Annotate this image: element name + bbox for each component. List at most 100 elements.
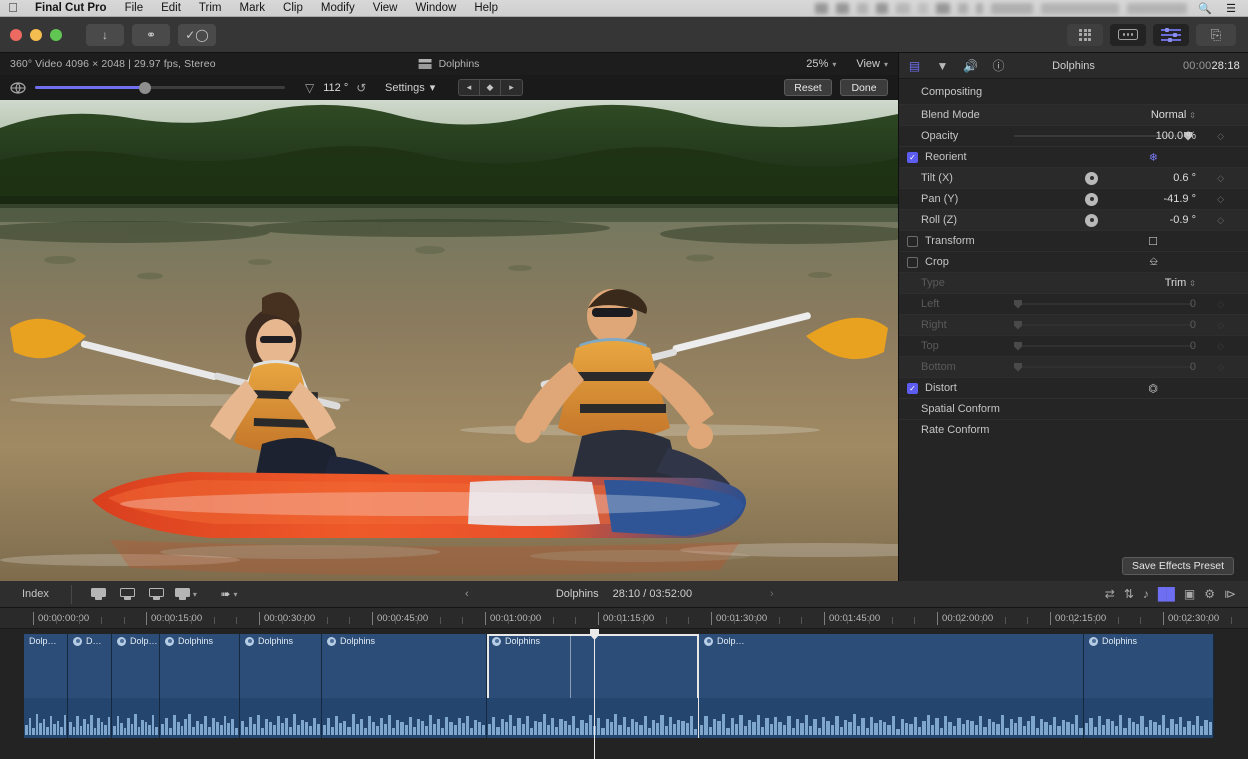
minimize-window-button[interactable] bbox=[30, 29, 42, 41]
next-project-button[interactable]: › bbox=[770, 588, 774, 600]
menu-modify[interactable]: Modify bbox=[312, 0, 364, 17]
timeline-storyline[interactable]: Dolp… D… Dolp… bbox=[0, 629, 1248, 759]
distort-section-header[interactable]: ✓ Distort ⏣ bbox=[899, 377, 1248, 398]
viewer-icon[interactable] bbox=[1110, 24, 1146, 46]
sphere-icon[interactable] bbox=[10, 81, 26, 95]
roll-z-dial[interactable] bbox=[1085, 214, 1098, 227]
crop-checkbox[interactable] bbox=[907, 257, 918, 268]
keyframe-diamond-icon[interactable]: ◇ bbox=[1217, 194, 1224, 205]
rate-conform-row[interactable]: Rate Conform bbox=[899, 419, 1248, 440]
menu-edit[interactable]: Edit bbox=[152, 0, 190, 17]
timeline-clip-selected[interactable]: Dolphins bbox=[487, 634, 699, 738]
clip-appearance-icon[interactable]: ▣ bbox=[1184, 587, 1195, 601]
select-tool-icon[interactable]: ➠▾ bbox=[216, 584, 242, 604]
crop-icon[interactable]: ⎒ bbox=[1149, 256, 1158, 269]
timeline-clip[interactable]: Dolp… bbox=[699, 634, 1084, 738]
settings-menu[interactable]: Settings ▾ bbox=[385, 81, 435, 94]
timeline-clip[interactable]: Dolp… bbox=[112, 634, 160, 738]
crop-type-popup[interactable]: Trim⇳ bbox=[1106, 277, 1196, 289]
snowflake-icon[interactable]: ❄ bbox=[1149, 151, 1158, 164]
share-icon[interactable]: ⎘ bbox=[1196, 24, 1236, 46]
crop-right-value[interactable]: 0 bbox=[1106, 319, 1196, 331]
crop-type-row[interactable]: Type Trim⇳ bbox=[899, 272, 1248, 293]
slider-knob[interactable] bbox=[139, 82, 151, 94]
menu-help[interactable]: Help bbox=[465, 0, 507, 17]
previous-keyframe-button[interactable]: ◂ bbox=[459, 80, 480, 95]
status-icon-blurred[interactable] bbox=[958, 3, 968, 14]
menu-window[interactable]: Window bbox=[406, 0, 465, 17]
overwrite-clip-icon[interactable]: ▾ bbox=[173, 584, 199, 604]
browser-icon[interactable] bbox=[1067, 24, 1103, 46]
search-icon[interactable]: 🔍 bbox=[1191, 2, 1219, 15]
info-inspector-tab[interactable]: ⓘ bbox=[991, 58, 1006, 73]
view-options-menu[interactable]: View▾ bbox=[856, 58, 888, 70]
distort-icon[interactable]: ⏣ bbox=[1148, 382, 1158, 395]
save-effects-preset-button[interactable]: Save Effects Preset bbox=[1122, 557, 1234, 575]
zoom-to-fit-icon[interactable]: ⧐ bbox=[1224, 587, 1236, 601]
status-icon-blurred[interactable] bbox=[836, 3, 849, 14]
timeline-index-icon[interactable] bbox=[1153, 24, 1189, 46]
crop-right-row[interactable]: Right 0 ◇ bbox=[899, 314, 1248, 335]
menu-view[interactable]: View bbox=[364, 0, 407, 17]
timeline-clip[interactable]: D… bbox=[68, 634, 112, 738]
timeline-index-button[interactable]: Index bbox=[0, 588, 71, 600]
pan-y-row[interactable]: Pan (Y) -41.9 ° ◇ bbox=[899, 188, 1248, 209]
blend-mode-popup[interactable]: Normal⇳ bbox=[1106, 109, 1196, 121]
status-text-blurred[interactable] bbox=[1127, 3, 1187, 14]
status-icon-blurred[interactable] bbox=[876, 3, 888, 14]
pan-y-value[interactable]: -41.9 ° bbox=[1106, 193, 1196, 205]
insert-clip-icon[interactable] bbox=[115, 584, 141, 604]
status-icon-blurred[interactable] bbox=[857, 3, 868, 14]
append-clip-icon[interactable] bbox=[144, 584, 170, 604]
roll-z-row[interactable]: Roll (Z) -0.9 ° ◇ bbox=[899, 209, 1248, 230]
status-icon-blurred[interactable] bbox=[918, 3, 928, 14]
keyframe-diamond-icon[interactable]: ◇ bbox=[1217, 131, 1224, 142]
status-text-blurred[interactable] bbox=[991, 3, 1033, 14]
effects-inspector-tab[interactable]: ▼ bbox=[935, 58, 950, 73]
timeline-clip[interactable]: Dolphins bbox=[1084, 634, 1214, 738]
keyword-icon[interactable]: ⚭ bbox=[132, 24, 170, 46]
opacity-row[interactable]: Opacity 100.0 % ◇ bbox=[899, 125, 1248, 146]
menu-final-cut-pro[interactable]: Final Cut Pro bbox=[26, 0, 116, 17]
crop-top-row[interactable]: Top 0 ◇ bbox=[899, 335, 1248, 356]
adjust-volume-icon[interactable]: ⇅ bbox=[1124, 587, 1134, 601]
crop-bottom-row[interactable]: Bottom 0 ◇ bbox=[899, 356, 1248, 377]
audio-inspector-tab[interactable]: 🔊 bbox=[963, 58, 978, 73]
connect-clip-icon[interactable] bbox=[86, 584, 112, 604]
timeline-ruler[interactable]: 00:00:00:00 00:00:15:00 00:00:30:00 00:0… bbox=[0, 608, 1248, 629]
timeline-clip[interactable]: Dolphins bbox=[160, 634, 240, 738]
status-text-blurred[interactable] bbox=[1041, 3, 1119, 14]
tilt-x-dial[interactable] bbox=[1085, 172, 1098, 185]
keyframe-diamond-icon[interactable]: ◇ bbox=[1217, 173, 1224, 184]
tilt-x-row[interactable]: Tilt (X) 0.6 ° ◇ bbox=[899, 167, 1248, 188]
spatial-conform-row[interactable]: Spatial Conform bbox=[899, 398, 1248, 419]
timeline-settings-icon[interactable]: ⚙ bbox=[1204, 587, 1215, 601]
timeline-clip[interactable]: Dolp… bbox=[24, 634, 68, 738]
control-center-icon[interactable]: ☰ bbox=[1219, 2, 1243, 15]
crop-left-value[interactable]: 0 bbox=[1106, 298, 1196, 310]
reset-button[interactable]: Reset bbox=[784, 79, 832, 96]
distort-checkbox[interactable]: ✓ bbox=[907, 383, 918, 394]
headphones-icon[interactable]: ♪ bbox=[1143, 587, 1149, 601]
reset-fov-icon[interactable]: ↺ bbox=[356, 81, 366, 95]
audio-meters-icon[interactable]: ██ bbox=[1158, 587, 1175, 601]
status-icon-blurred[interactable] bbox=[976, 3, 983, 14]
transform-section-header[interactable]: Transform ☐ bbox=[899, 230, 1248, 251]
menu-mark[interactable]: Mark bbox=[230, 0, 274, 17]
viewer-video-canvas[interactable] bbox=[0, 100, 898, 581]
keyframe-diamond-icon[interactable]: ◇ bbox=[1217, 362, 1224, 373]
menu-file[interactable]: File bbox=[116, 0, 153, 17]
pan-y-dial[interactable] bbox=[1085, 193, 1098, 206]
zoom-window-button[interactable] bbox=[50, 29, 62, 41]
transform-checkbox[interactable] bbox=[907, 236, 918, 247]
roll-z-value[interactable]: -0.9 ° bbox=[1106, 214, 1196, 226]
check-icon[interactable]: ✓◯ bbox=[178, 24, 216, 46]
menu-clip[interactable]: Clip bbox=[274, 0, 312, 17]
done-button[interactable]: Done bbox=[840, 79, 888, 96]
import-media-icon[interactable]: ↓ bbox=[86, 24, 124, 46]
crop-top-value[interactable]: 0 bbox=[1106, 340, 1196, 352]
add-keyframe-button[interactable]: ◆ bbox=[480, 80, 501, 95]
field-of-view-value[interactable]: 112 ° bbox=[323, 82, 348, 94]
status-icon-blurred[interactable] bbox=[936, 3, 950, 14]
keyframe-diamond-icon[interactable]: ◇ bbox=[1217, 215, 1224, 226]
